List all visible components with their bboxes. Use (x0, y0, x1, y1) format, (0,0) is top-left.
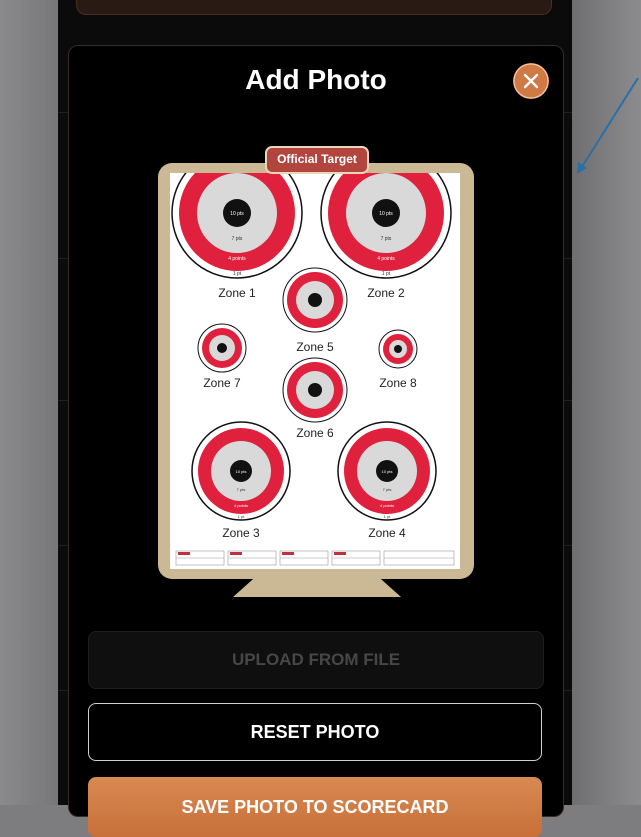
dimmed-backdrop-left[interactable] (0, 0, 58, 805)
target-zone-8: Zone 8 (378, 329, 418, 390)
zone-7-label: Zone 7 (203, 376, 241, 390)
save-photo-to-scorecard-button[interactable]: SAVE PHOTO TO SCORECARD (88, 777, 542, 837)
modal-title: Add Photo (245, 64, 387, 95)
svg-text:1 pt: 1 pt (238, 514, 246, 519)
svg-text:4 points: 4 points (377, 256, 395, 262)
svg-text:1 pt: 1 pt (233, 271, 242, 277)
target-sheet: 10 pts 7 pts 4 points 1 pt Zone 1 10 pts… (170, 173, 460, 569)
clipboard-stand (233, 579, 401, 597)
zone-8-label: Zone 8 (379, 376, 417, 390)
zone-5-label: Zone 5 (296, 340, 334, 354)
target-zone-7: Zone 7 (197, 323, 247, 390)
official-target-badge: Official Target (265, 146, 369, 174)
svg-text:7 pts: 7 pts (232, 236, 243, 242)
annotation-arrow-icon (577, 78, 639, 174)
target-zone-4: 10 pts 7 pts 4 points 1 pt Zone 4 (337, 421, 437, 540)
close-icon (513, 63, 549, 99)
svg-text:10 pts: 10 pts (379, 211, 393, 217)
close-button[interactable] (513, 63, 549, 99)
background-card (76, 0, 552, 15)
svg-text:7 pts: 7 pts (383, 487, 392, 492)
zone-4-label: Zone 4 (368, 526, 406, 540)
target-zone-1: 10 pts 7 pts 4 points 1 pt Zone 1 (171, 173, 303, 300)
add-photo-modal: Add Photo 10 pts 7 pts 4 points 1 pt Zon… (68, 45, 564, 837)
svg-text:10 pts: 10 pts (236, 469, 247, 474)
svg-text:10 pts: 10 pts (230, 211, 244, 217)
target-sheet-graphic: 10 pts 7 pts 4 points 1 pt Zone 1 10 pts… (171, 173, 455, 566)
target-zone-6: Zone 6 (282, 357, 348, 440)
svg-text:10 pts: 10 pts (382, 469, 393, 474)
svg-text:7 pts: 7 pts (381, 236, 392, 242)
svg-text:7 pts: 7 pts (237, 487, 246, 492)
target-zone-5: Zone 5 (282, 267, 348, 354)
zone-2-label: Zone 2 (367, 286, 405, 300)
zone-1-label: Zone 1 (218, 286, 256, 300)
svg-text:4 points: 4 points (228, 256, 246, 262)
svg-text:4 points: 4 points (234, 503, 248, 508)
target-score-boxes (175, 550, 455, 566)
zone-6-label: Zone 6 (296, 426, 334, 440)
upload-from-file-button[interactable]: UPLOAD FROM FILE (88, 631, 544, 689)
zone-3-label: Zone 3 (222, 526, 260, 540)
reset-photo-button[interactable]: RESET PHOTO (88, 703, 542, 761)
svg-text:4 points: 4 points (380, 503, 394, 508)
svg-text:1 pt: 1 pt (382, 271, 391, 277)
target-zone-3: 10 pts 7 pts 4 points 1 pt Zone 3 (191, 421, 291, 540)
svg-text:1 pt: 1 pt (384, 514, 392, 519)
